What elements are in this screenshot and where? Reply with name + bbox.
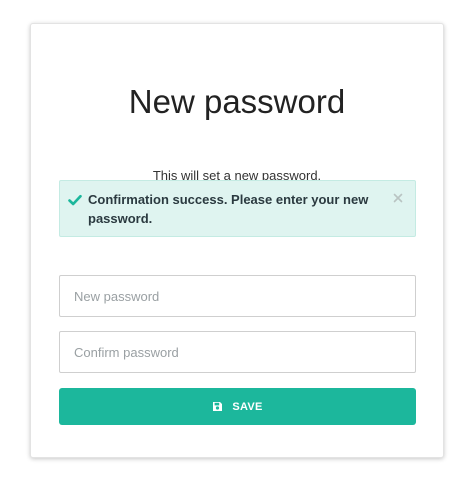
save-button-label: SAVE	[232, 400, 263, 413]
check-icon	[68, 194, 82, 206]
close-icon[interactable]	[393, 193, 403, 203]
new-password-input[interactable]	[59, 275, 416, 317]
alert-message: Confirmation success. Please enter your …	[88, 192, 369, 226]
success-alert: Confirmation success. Please enter your …	[59, 180, 416, 237]
page-title: New password	[128, 83, 346, 120]
save-icon	[213, 402, 223, 411]
confirm-password-input[interactable]	[59, 331, 416, 373]
save-button[interactable]: SAVE	[59, 388, 416, 425]
